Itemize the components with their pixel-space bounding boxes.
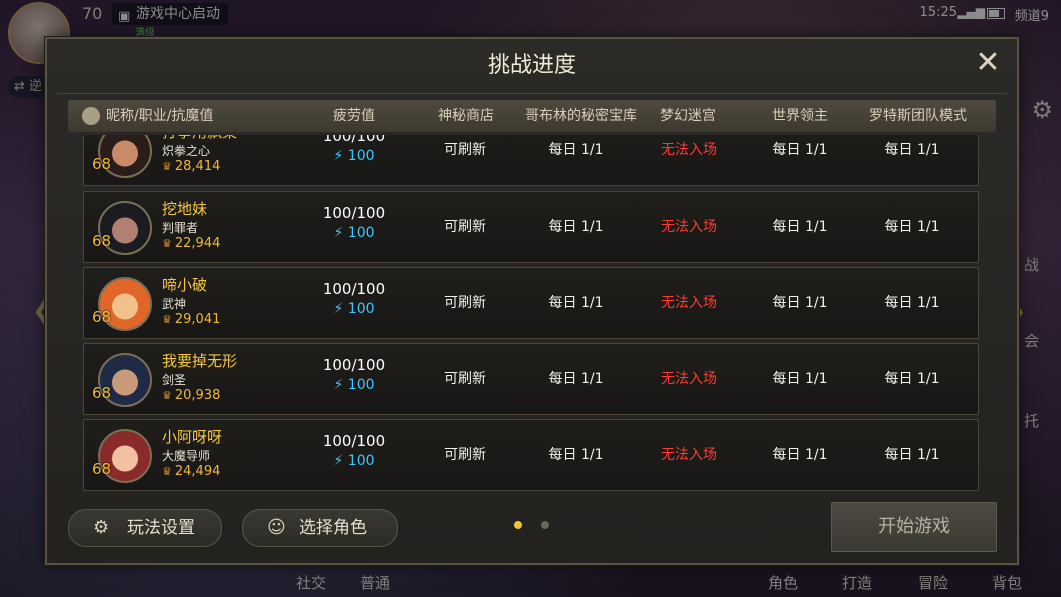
maze-status: 无法入场	[661, 219, 717, 235]
maze-status: 无法入场	[661, 371, 717, 387]
character-job: 武神	[162, 297, 187, 311]
rotus-status: 每日 1/1	[884, 447, 940, 463]
close-icon[interactable]: ✕	[973, 48, 1003, 79]
fatigue-value: 100/100	[322, 356, 386, 374]
character-job: 大魔导师	[162, 449, 211, 463]
lord-status: 每日 1/1	[772, 142, 828, 158]
gear-icon: ⚙	[93, 517, 110, 538]
lightning-icon: ⚡	[333, 301, 344, 317]
lord-status: 每日 1/1	[772, 371, 828, 387]
character-row[interactable]: 68 打拳用飘柔 炽拳之心 ♛28,414 100/100 ⚡ 100 可刷新 …	[83, 135, 979, 186]
rotus-status: 每日 1/1	[884, 142, 940, 158]
character-level: 68	[92, 232, 112, 250]
lord-status: 每日 1/1	[772, 219, 828, 235]
character-level: 68	[92, 155, 112, 173]
crown-icon: ♛	[162, 465, 172, 478]
page-dot-active[interactable]	[514, 521, 522, 529]
maze-status: 无法入场	[661, 142, 717, 158]
fatigue-value: 100/100	[322, 135, 386, 145]
lightning-icon: ⚡	[333, 377, 344, 393]
lightning-icon: ⚡	[333, 225, 344, 241]
maze-status: 无法入场	[661, 447, 717, 463]
shop-status: 可刷新	[444, 447, 486, 463]
crown-icon: ♛	[162, 160, 172, 173]
start-game-button[interactable]: 开始游戏	[831, 502, 997, 552]
header-maze: 梦幻迷宫	[660, 108, 716, 124]
character-name: 我要掉无形	[162, 352, 238, 370]
character-job: 剑圣	[162, 373, 187, 387]
character-job: 判罪者	[162, 221, 199, 235]
divider	[57, 93, 1007, 94]
energy-value: ⚡ 100	[333, 225, 375, 241]
select-role-label: 选择角色	[299, 518, 367, 538]
rotus-status: 每日 1/1	[884, 295, 940, 311]
crown-icon: ♛	[162, 313, 172, 326]
page-dot[interactable]	[541, 521, 549, 529]
character-head-icon	[82, 107, 100, 125]
goblin-status: 每日 1/1	[548, 295, 604, 311]
energy-value: ⚡ 100	[333, 377, 375, 393]
crown-icon: ♛	[162, 389, 172, 402]
anti-magic-value: ♛ 20,938	[162, 388, 221, 403]
fatigue-value: 100/100	[322, 432, 386, 450]
goblin-status: 每日 1/1	[548, 219, 604, 235]
character-icon: ☺	[267, 517, 286, 538]
energy-value: ⚡ 100	[333, 301, 375, 317]
character-row[interactable]: 68 挖地妹 判罪者 ♛ 22,944 100/100 ⚡ 100 可刷新 每日 …	[83, 191, 979, 263]
character-row[interactable]: 68 小阿呀呀 大魔导师 ♛ 24,494 100/100 ⚡ 100 可刷新 每…	[83, 419, 979, 491]
shop-status: 可刷新	[444, 142, 486, 158]
select-role-button[interactable]: ☺ 选择角色	[242, 509, 398, 547]
header-lord: 世界领主	[772, 108, 828, 124]
header-name: 昵称/职业/抗魔值	[106, 108, 214, 124]
anti-magic-value: ♛ 24,494	[162, 464, 221, 479]
fatigue-value: 100/100	[322, 280, 386, 298]
play-settings-label: 玩法设置	[127, 518, 195, 538]
crown-icon: ♛	[162, 237, 172, 250]
character-name: 啼小破	[162, 276, 208, 294]
rotus-status: 每日 1/1	[884, 219, 940, 235]
goblin-status: 每日 1/1	[548, 371, 604, 387]
header-shop: 神秘商店	[438, 108, 494, 124]
character-list[interactable]: 68 打拳用飘柔 炽拳之心 ♛28,414 100/100 ⚡ 100 可刷新 …	[83, 135, 979, 491]
shop-status: 可刷新	[444, 219, 486, 235]
character-row[interactable]: 68 我要掉无形 剑圣 ♛ 20,938 100/100 ⚡ 100 可刷新 每日…	[83, 343, 979, 415]
energy-value: ⚡ 100	[333, 148, 375, 164]
maze-status: 无法入场	[661, 295, 717, 311]
play-settings-button[interactable]: ⚙ 玩法设置	[68, 509, 222, 547]
lord-status: 每日 1/1	[772, 295, 828, 311]
rotus-status: 每日 1/1	[884, 371, 940, 387]
lightning-icon: ⚡	[333, 148, 344, 164]
table-header: 昵称/职业/抗魔值 疲劳值 神秘商店 哥布林的秘密宝库 梦幻迷宫 世界领主 罗特…	[68, 100, 996, 132]
goblin-status: 每日 1/1	[548, 142, 604, 158]
energy-value: ⚡ 100	[333, 453, 375, 469]
anti-magic-value: ♛ 22,944	[162, 236, 221, 251]
character-level: 68	[92, 308, 112, 326]
header-goblin: 哥布林的秘密宝库	[525, 108, 637, 124]
shop-status: 可刷新	[444, 295, 486, 311]
lightning-icon: ⚡	[333, 453, 344, 469]
shop-status: 可刷新	[444, 371, 486, 387]
header-fatigue: 疲劳值	[333, 108, 375, 124]
anti-magic-value: ♛ 28,414	[162, 159, 221, 174]
header-rotus: 罗特斯团队模式	[869, 108, 967, 124]
character-row[interactable]: 68 啼小破 武神 ♛ 29,041 100/100 ⚡ 100 可刷新 每日 1…	[83, 267, 979, 339]
lord-status: 每日 1/1	[772, 447, 828, 463]
character-level: 68	[92, 384, 112, 402]
anti-magic-value: ♛ 29,041	[162, 312, 221, 327]
fatigue-value: 100/100	[322, 204, 386, 222]
challenge-progress-modal: 挑战进度 ✕ 昵称/职业/抗魔值 疲劳值 神秘商店 哥布林的秘密宝库 梦幻迷宫 …	[45, 37, 1019, 565]
character-name: 挖地妹	[162, 200, 208, 218]
goblin-status: 每日 1/1	[548, 447, 604, 463]
modal-title: 挑战进度	[487, 53, 576, 78]
character-name: 打拳用飘柔	[162, 135, 237, 142]
character-name: 小阿呀呀	[162, 428, 223, 446]
character-job: 炽拳之心	[162, 144, 211, 158]
character-level: 68	[92, 460, 112, 478]
